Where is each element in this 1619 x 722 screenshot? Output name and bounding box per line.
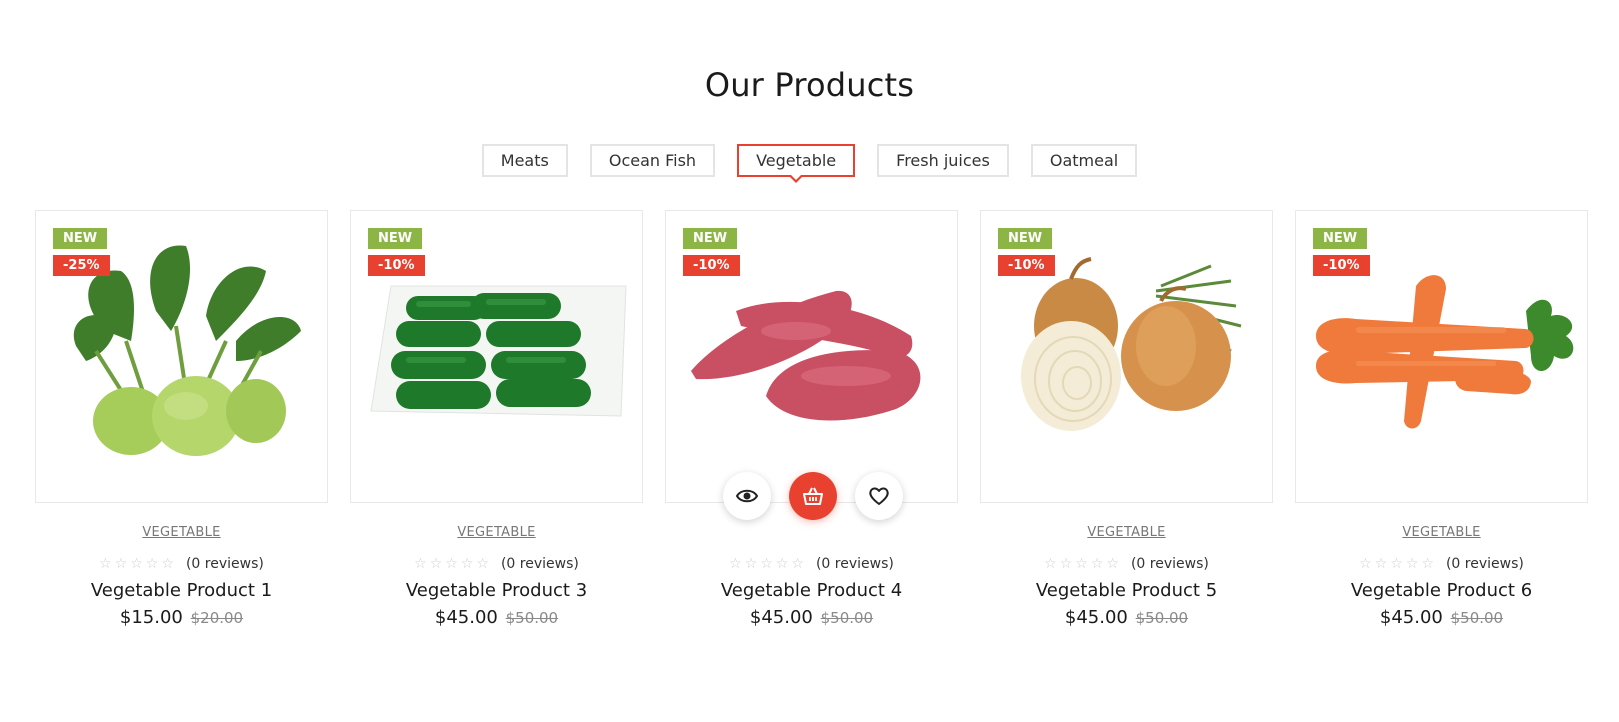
discount-badge: -10% — [998, 255, 1055, 276]
old-price: $50.00 — [505, 609, 559, 627]
product-rating: ☆ ☆ ☆ ☆ ☆ (0 reviews) — [35, 556, 328, 572]
star-icon: ☆ — [791, 556, 804, 572]
old-price: $20.00 — [190, 609, 244, 627]
new-badge: NEW — [683, 228, 738, 249]
star-icon: ☆ — [1374, 556, 1388, 572]
discount-badge: -10% — [1313, 255, 1370, 276]
product-name[interactable]: Vegetable Product 4 — [665, 580, 958, 601]
product-image-frame[interactable]: NEW -10% — [350, 210, 643, 503]
product-rating: ☆ ☆ ☆ ☆ ☆ (0 reviews) — [350, 556, 643, 572]
star-icon: ☆ — [1090, 556, 1104, 572]
product-name[interactable]: Vegetable Product 6 — [1295, 580, 1588, 601]
product-rating: ☆ ☆ ☆ ☆ ☆ (0 reviews) — [980, 556, 1273, 572]
new-badge: NEW — [1313, 228, 1368, 249]
star-icon: ☆ — [130, 556, 143, 572]
product-price: $45.00 $50.00 — [350, 607, 643, 628]
product-card[interactable]: NEW -10% ☆ ☆ ☆ ☆ ☆ (0 reviews) Vegetable Pr — [665, 210, 958, 628]
star-icon: ☆ — [161, 556, 174, 572]
new-badge: NEW — [368, 228, 423, 249]
tab-oatmeal[interactable]: Oatmeal — [1030, 144, 1138, 177]
star-icon: ☆ — [1405, 556, 1419, 572]
tab-ocean-fish[interactable]: Ocean Fish — [589, 144, 716, 177]
product-card[interactable]: NEW -25% VEGETABLE ☆ ☆ ☆ ☆ ☆ (0 reviews) Veg… — [35, 210, 328, 628]
star-icon: ☆ — [429, 556, 443, 572]
discount-badge: -10% — [683, 255, 740, 276]
product-price: $15.00 $20.00 — [35, 607, 328, 628]
product-category-link[interactable]: VEGETABLE — [1295, 525, 1588, 542]
old-price: $50.00 — [1135, 609, 1189, 627]
product-name[interactable]: Vegetable Product 1 — [35, 580, 328, 601]
product-category-link[interactable]: VEGETABLE — [350, 525, 643, 542]
star-icon: ☆ — [460, 556, 474, 572]
product-category-link[interactable]: VEGETABLE — [980, 525, 1273, 542]
product-category-link[interactable]: VEGETABLE — [35, 525, 328, 542]
current-price: $45.00 — [1379, 607, 1443, 628]
tab-fresh-juices[interactable]: Fresh juices — [877, 144, 1009, 177]
product-image-frame[interactable]: NEW -10% — [665, 210, 958, 520]
product-card[interactable]: NEW -10% VEGETABLE ☆ ☆ ☆ ☆ ☆ (0 reviews) Veg… — [1295, 210, 1588, 628]
star-icon: ☆ — [760, 556, 773, 572]
new-badge: NEW — [53, 228, 108, 249]
current-price: $45.00 — [1064, 607, 1128, 628]
star-icon: ☆ — [1044, 556, 1057, 572]
star-icon: ☆ — [1106, 556, 1119, 572]
section-title: Our Products — [704, 66, 915, 104]
star-icon: ☆ — [1059, 556, 1073, 572]
product-rating: ☆ ☆ ☆ ☆ ☆ (0 reviews) — [665, 556, 958, 572]
review-count: (0 reviews) — [1445, 556, 1524, 572]
current-price: $45.00 — [434, 607, 498, 628]
star-icon: ☆ — [99, 556, 112, 572]
quick-view-button[interactable] — [722, 472, 771, 520]
star-icon: ☆ — [729, 556, 742, 572]
star-icon: ☆ — [1421, 556, 1434, 572]
new-badge: NEW — [998, 228, 1053, 249]
basket-icon — [802, 487, 823, 505]
product-name[interactable]: Vegetable Product 3 — [350, 580, 643, 601]
star-icon: ☆ — [114, 556, 128, 572]
product-name[interactable]: Vegetable Product 5 — [980, 580, 1273, 601]
star-icon: ☆ — [1075, 556, 1088, 572]
product-price: $45.00 $50.00 — [980, 607, 1273, 628]
current-price: $45.00 — [749, 607, 813, 628]
product-rating: ☆ ☆ ☆ ☆ ☆ (0 reviews) — [1295, 556, 1588, 572]
review-count: (0 reviews) — [185, 556, 264, 572]
star-icon: ☆ — [476, 556, 489, 572]
star-icon: ☆ — [145, 556, 159, 572]
review-count: (0 reviews) — [1130, 556, 1209, 572]
product-image-frame[interactable]: NEW -10% — [980, 210, 1273, 503]
star-icon: ☆ — [1390, 556, 1403, 572]
eye-icon — [735, 489, 758, 503]
tab-vegetable[interactable]: Vegetable — [737, 144, 856, 177]
star-icon: ☆ — [445, 556, 458, 572]
product-hover-actions — [666, 472, 959, 520]
star-icon: ☆ — [1359, 556, 1372, 572]
star-icon: ☆ — [744, 556, 758, 572]
category-tabs: Meats Ocean Fish Vegetable Fresh juices … — [0, 144, 1619, 177]
product-image-frame[interactable]: NEW -10% — [1295, 210, 1588, 503]
tab-meats[interactable]: Meats — [481, 144, 568, 177]
product-price: $45.00 $50.00 — [1295, 607, 1588, 628]
old-price: $50.00 — [820, 609, 874, 627]
product-card[interactable]: NEW -10% VEGETABLE ☆ ☆ ☆ ☆ ☆ (0 reviews) Veg… — [350, 210, 643, 628]
wishlist-button[interactable] — [854, 472, 903, 520]
product-grid: NEW -25% VEGETABLE ☆ ☆ ☆ ☆ ☆ (0 reviews) Veg… — [35, 210, 1588, 628]
old-price: $50.00 — [1450, 609, 1504, 627]
heart-icon — [868, 487, 889, 505]
review-count: (0 reviews) — [815, 556, 894, 572]
product-card[interactable]: NEW -10% VEGETABLE ☆ ☆ ☆ ☆ ☆ (0 reviews) Veg… — [980, 210, 1273, 628]
product-price: $45.00 $50.00 — [665, 607, 958, 628]
review-count: (0 reviews) — [500, 556, 579, 572]
discount-badge: -10% — [368, 255, 425, 276]
discount-badge: -25% — [53, 255, 110, 276]
add-to-cart-button[interactable] — [788, 472, 837, 520]
current-price: $15.00 — [119, 607, 183, 628]
product-image-frame[interactable]: NEW -25% — [35, 210, 328, 503]
star-icon: ☆ — [775, 556, 789, 572]
star-icon: ☆ — [414, 556, 427, 572]
